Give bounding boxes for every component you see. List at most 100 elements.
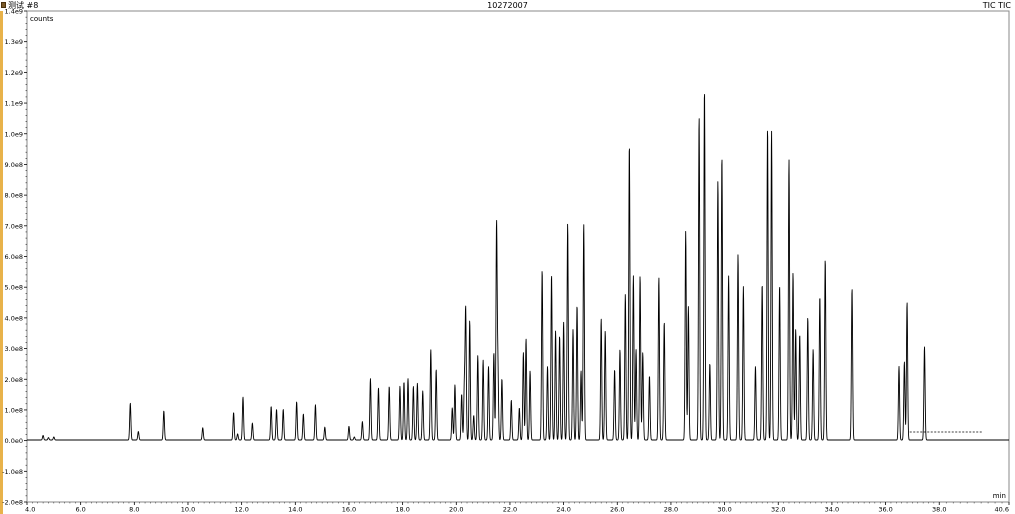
peak-point[interactable] — [529, 370, 531, 372]
peak-point[interactable] — [525, 338, 527, 340]
peak-point[interactable] — [687, 305, 689, 307]
peak-point[interactable] — [464, 308, 466, 310]
peak-point[interactable] — [703, 87, 705, 89]
peak-point[interactable] — [600, 318, 602, 320]
peak-point[interactable] — [635, 348, 637, 350]
peak-point[interactable] — [412, 385, 414, 387]
peak-point[interactable] — [624, 293, 626, 295]
peak-point[interactable] — [242, 396, 244, 398]
peak-point[interactable] — [541, 268, 543, 270]
peak-point[interactable] — [451, 407, 453, 409]
peak-point[interactable] — [583, 222, 585, 224]
peak-point[interactable] — [388, 385, 390, 387]
peak-point[interactable] — [761, 282, 763, 284]
peak-point[interactable] — [430, 348, 432, 350]
peak-point[interactable] — [663, 321, 665, 323]
peak-point[interactable] — [275, 408, 277, 410]
peak-point[interactable] — [369, 377, 371, 379]
peak-point[interactable] — [580, 370, 582, 372]
peak-point[interactable] — [163, 410, 165, 412]
peak-point[interactable] — [628, 143, 630, 145]
peak-point[interactable] — [619, 348, 621, 350]
peak-point[interactable] — [819, 295, 821, 297]
peak-point[interactable] — [53, 436, 55, 438]
peak-point[interactable] — [721, 155, 723, 157]
peak-point[interactable] — [501, 377, 503, 379]
peak-point[interactable] — [812, 348, 814, 350]
peak-point[interactable] — [698, 115, 700, 117]
peak-point[interactable] — [47, 436, 49, 438]
peak-point[interactable] — [903, 361, 905, 363]
peak-point[interactable] — [648, 374, 650, 376]
peak-point[interactable] — [562, 321, 564, 323]
peak-point[interactable] — [778, 284, 780, 286]
peak-point[interactable] — [493, 351, 495, 353]
peak-point[interactable] — [495, 224, 497, 226]
peak-point[interactable] — [282, 408, 284, 410]
peak-point[interactable] — [717, 180, 719, 182]
peak-point[interactable] — [477, 354, 479, 356]
peak-point[interactable] — [639, 275, 641, 277]
peak-point[interactable] — [314, 404, 316, 406]
peak-point[interactable] — [469, 319, 471, 321]
peak-point[interactable] — [497, 365, 499, 367]
peak-point[interactable] — [473, 414, 475, 416]
peak-point[interactable] — [510, 399, 512, 401]
peak-point[interactable] — [788, 158, 790, 160]
peak-point[interactable] — [361, 420, 363, 422]
peak-point[interactable] — [566, 222, 568, 224]
peak-point[interactable] — [851, 287, 853, 289]
peak-point[interactable] — [737, 253, 739, 255]
peak-point[interactable] — [129, 402, 131, 404]
peak-point[interactable] — [658, 276, 660, 278]
peak-point[interactable] — [407, 377, 409, 379]
peak-point[interactable] — [137, 430, 139, 432]
peak-point[interactable] — [766, 126, 768, 128]
tic-chart[interactable]: -2.0e8 -1.0e8 0.0e0 1.0e8 2.0e8 3.0e8 4.0e8 5.0… — [0, 0, 1015, 514]
peak-point[interactable] — [754, 365, 756, 367]
peak-point[interactable] — [642, 351, 644, 353]
peak-point[interactable] — [684, 230, 686, 232]
peak-point[interactable] — [572, 328, 574, 330]
peak-point[interactable] — [353, 436, 355, 438]
peak-point[interactable] — [613, 368, 615, 370]
peak-point[interactable] — [554, 330, 556, 332]
peak-point[interactable] — [348, 425, 350, 427]
peak-point[interactable] — [794, 328, 796, 330]
peak-point[interactable] — [463, 385, 465, 387]
peak-point[interactable] — [518, 407, 520, 409]
peak-point[interactable] — [550, 273, 552, 275]
peak-point[interactable] — [460, 393, 462, 395]
peak-point[interactable] — [727, 275, 729, 277]
peak-point[interactable] — [295, 400, 297, 402]
peak-point[interactable] — [435, 368, 437, 370]
peak-point[interactable] — [202, 427, 204, 429]
peak-point[interactable] — [324, 426, 326, 428]
peak-point[interactable] — [807, 316, 809, 318]
peak-point[interactable] — [522, 351, 524, 353]
peak-point[interactable] — [792, 272, 794, 274]
peak-point[interactable] — [906, 301, 908, 303]
peak-point[interactable] — [604, 330, 606, 332]
peak-point[interactable] — [42, 434, 44, 436]
peak-point[interactable] — [632, 275, 634, 277]
peak-point[interactable] — [742, 285, 744, 287]
peak-point[interactable] — [898, 365, 900, 367]
peak-point[interactable] — [576, 304, 578, 306]
peak-point[interactable] — [799, 333, 801, 335]
peak-point[interactable] — [824, 258, 826, 260]
peak-point[interactable] — [770, 129, 772, 131]
peak-point[interactable] — [454, 384, 456, 386]
peak-point[interactable] — [399, 385, 401, 387]
peak-point[interactable] — [709, 362, 711, 364]
peak-point[interactable] — [232, 411, 234, 413]
peak-point[interactable] — [487, 365, 489, 367]
peak-point[interactable] — [251, 422, 253, 424]
peak-point[interactable] — [377, 387, 379, 389]
peak-point[interactable] — [416, 382, 418, 384]
peak-point[interactable] — [270, 405, 272, 407]
peak-point[interactable] — [302, 413, 304, 415]
peak-point[interactable] — [482, 359, 484, 361]
peak-point[interactable] — [422, 390, 424, 392]
plot-area[interactable] — [26, 10, 1010, 503]
